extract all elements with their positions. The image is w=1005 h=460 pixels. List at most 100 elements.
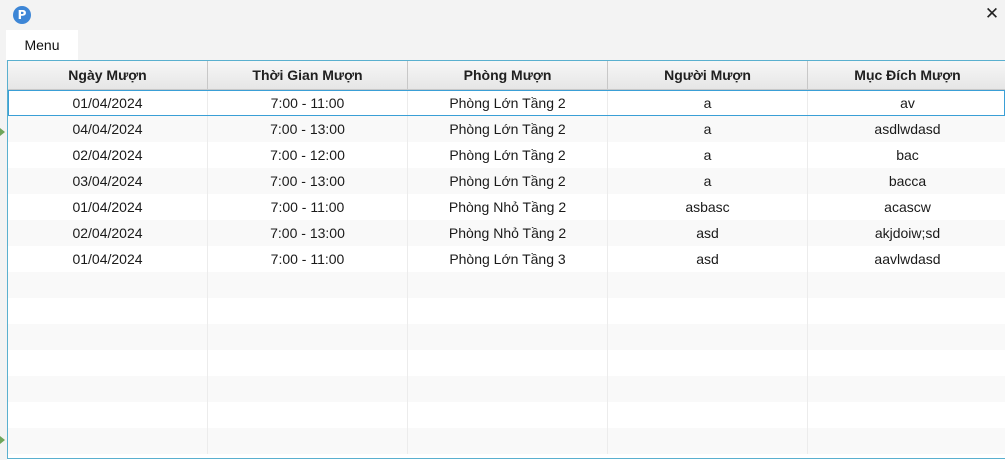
empty-cell [808,272,1005,298]
table-row[interactable]: 02/04/2024 7:00 - 12:00 Phòng Lớn Tầng 2ab… [8,142,1005,168]
empty-cell [608,376,808,402]
cell-muc-dich-muon: akjdoiw;sd [808,220,1005,246]
cell-nguoi-muon: a [608,142,808,168]
empty-cell [8,350,208,376]
cell-thoi-gian-muon: 7:00 - 11:00 [208,194,408,220]
cell-ngay-muon: 01/04/2024 [8,246,208,272]
empty-cell [408,324,608,350]
empty-table-row [8,272,1005,298]
empty-cell [608,272,808,298]
empty-cell [608,402,808,428]
table-body: 01/04/2024 7:00 - 11:00 Phòng Lớn Tầng 2aa… [8,90,1005,454]
cell-thoi-gian-muon: 7:00 - 13:00 [208,116,408,142]
empty-table-row [8,298,1005,324]
cell-muc-dich-muon: bacca [808,168,1005,194]
empty-table-row [8,376,1005,402]
empty-cell [608,298,808,324]
cell-phong-muon: Phòng Lớn Tầng 2 [408,142,608,168]
empty-cell [808,376,1005,402]
cell-nguoi-muon: asd [608,220,808,246]
empty-cell [408,350,608,376]
empty-table-row [8,428,1005,454]
column-header-nguoi-muon[interactable]: Người Mượn [608,61,808,89]
left-edge-strip [0,60,7,460]
table-row[interactable]: 01/04/2024 7:00 - 11:00 Phòng Lớn Tầng 3 as… [8,246,1005,272]
cell-ngay-muon: 01/04/2024 [8,194,208,220]
empty-cell [8,428,208,454]
cell-ngay-muon: 03/04/2024 [8,168,208,194]
cell-nguoi-muon: a [608,90,808,116]
empty-cell [208,298,408,324]
cell-nguoi-muon: a [608,168,808,194]
empty-cell [8,324,208,350]
empty-cell [8,402,208,428]
close-button[interactable]: ✕ [979,0,1005,29]
side-marker-icon [0,128,5,136]
cell-phong-muon: Phòng Nhỏ Tầng 2 [408,194,608,220]
cell-muc-dich-muon: acascw [808,194,1005,220]
cell-thoi-gian-muon: 7:00 - 11:00 [208,90,408,116]
table-row[interactable]: 01/04/2024 7:00 - 11:00 Phòng Lớn Tầng 2aa… [8,90,1005,116]
empty-cell [208,402,408,428]
cell-thoi-gian-muon: 7:00 - 13:00 [208,168,408,194]
cell-muc-dich-muon: av [808,90,1005,116]
menu-item-menu[interactable]: Menu [6,30,78,60]
empty-cell [8,272,208,298]
empty-cell [208,324,408,350]
side-marker-icon [0,436,5,444]
title-bar: P ✕ [0,0,1005,29]
cell-ngay-muon: 04/04/2024 [8,116,208,142]
table-header: Ngày Mượn Thời Gian Mượn Phòng Mượn Ngườ… [8,61,1005,90]
table-row[interactable]: 03/04/2024 7:00 - 13:00 Phòng Lớn Tầng 2ab… [8,168,1005,194]
table-row[interactable]: 04/04/2024 7:00 - 13:00 Phòng Lớn Tầng 2aa… [8,116,1005,142]
borrow-table: Ngày Mượn Thời Gian Mượn Phòng Mượn Ngườ… [7,60,1005,459]
empty-cell [208,272,408,298]
column-header-phong-muon[interactable]: Phòng Mượn [408,61,608,89]
empty-cell [208,428,408,454]
cell-phong-muon: Phòng Nhỏ Tầng 2 [408,220,608,246]
cell-thoi-gian-muon: 7:00 - 11:00 [208,246,408,272]
empty-cell [408,402,608,428]
table-row[interactable]: 01/04/2024 7:00 - 11:00 Phòng Nhỏ Tầng 2 as… [8,194,1005,220]
empty-cell [808,324,1005,350]
table-row[interactable]: 02/04/2024 7:00 - 13:00 Phòng Nhỏ Tầng 2 as… [8,220,1005,246]
empty-table-row [8,324,1005,350]
empty-cell [208,376,408,402]
column-header-ngay-muon[interactable]: Ngày Mượn [8,61,208,89]
cell-phong-muon: Phòng Lớn Tầng 3 [408,246,608,272]
cell-phong-muon: Phòng Lớn Tầng 2 [408,116,608,142]
cell-muc-dich-muon: aavlwdasd [808,246,1005,272]
empty-cell [608,350,808,376]
app-logo-icon: P [13,6,31,24]
cell-phong-muon: Phòng Lớn Tầng 2 [408,168,608,194]
empty-cell [408,428,608,454]
menu-bar: Menu [0,29,1005,60]
cell-thoi-gian-muon: 7:00 - 13:00 [208,220,408,246]
empty-cell [808,298,1005,324]
cell-nguoi-muon: a [608,116,808,142]
empty-cell [608,324,808,350]
empty-cell [408,376,608,402]
empty-cell [408,272,608,298]
cell-muc-dich-muon: asdlwdasd [808,116,1005,142]
column-header-muc-dich-muon[interactable]: Mục Đích Mượn [808,61,1005,89]
empty-table-row [8,402,1005,428]
cell-phong-muon: Phòng Lớn Tầng 2 [408,90,608,116]
cell-ngay-muon: 02/04/2024 [8,142,208,168]
cell-ngay-muon: 02/04/2024 [8,220,208,246]
empty-cell [808,402,1005,428]
empty-cell [208,350,408,376]
empty-cell [8,376,208,402]
empty-cell [408,298,608,324]
cell-muc-dich-muon: bac [808,142,1005,168]
empty-table-row [8,350,1005,376]
empty-cell [808,350,1005,376]
cell-nguoi-muon: asd [608,246,808,272]
cell-ngay-muon: 01/04/2024 [8,90,208,116]
cell-nguoi-muon: asbasc [608,194,808,220]
empty-cell [808,428,1005,454]
cell-thoi-gian-muon: 7:00 - 12:00 [208,142,408,168]
column-header-thoi-gian-muon[interactable]: Thời Gian Mượn [208,61,408,89]
empty-cell [8,298,208,324]
empty-cell [608,428,808,454]
